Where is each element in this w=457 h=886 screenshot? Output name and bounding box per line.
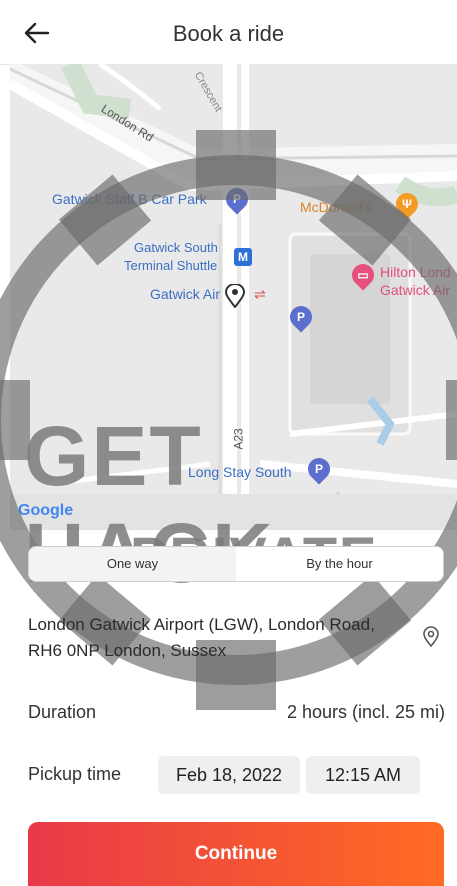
pickup-time-label: Pickup time xyxy=(28,764,122,784)
page-title: Book a ride xyxy=(172,21,285,46)
map-label-south-shuttle-1: Gatwick South xyxy=(134,240,218,255)
parking-pin-icon-2[interactable]: P xyxy=(285,301,317,333)
parking-pin-icon-3[interactable]: P xyxy=(303,453,335,485)
map-label-long-stay: Long Stay South xyxy=(188,464,292,480)
restaurant-pin-icon[interactable]: Ψ xyxy=(391,188,423,220)
map-label-gatwick-air: Gatwick Air xyxy=(150,286,221,302)
location-pin-icon[interactable] xyxy=(420,626,442,648)
parking-pin-icon[interactable]: P xyxy=(221,183,253,215)
map-label-staff-car-park: Gatwick Staff B Car Park xyxy=(52,191,207,207)
map-view[interactable]: Crescent London Rd Gatwick Staff B Car P… xyxy=(10,64,457,530)
map-label-hilton-1: Hilton Lond xyxy=(380,264,451,280)
continue-button[interactable]: Continue xyxy=(28,822,444,886)
app-header: Book a ride xyxy=(0,0,457,65)
selected-location-pin-icon[interactable] xyxy=(224,284,246,308)
pickup-address[interactable]: London Gatwick Airport (LGW), London Roa… xyxy=(28,612,388,664)
pickup-time-chip[interactable]: 12:15 AM xyxy=(306,756,420,794)
tab-one-way[interactable]: One way xyxy=(29,547,236,581)
hotel-pin-icon[interactable]: ▭ xyxy=(347,259,379,291)
duration-label: Duration xyxy=(28,702,97,722)
google-logo: Google xyxy=(18,502,74,519)
tab-by-the-hour[interactable]: By the hour xyxy=(236,547,443,581)
map-label-a23: A23 xyxy=(231,428,246,450)
rail-station-icon: ⇌ xyxy=(254,286,266,302)
pickup-date-chip[interactable]: Feb 18, 2022 xyxy=(158,756,300,794)
metro-station-icon[interactable]: M xyxy=(234,248,252,266)
duration-value[interactable]: 2 hours (incl. 25 mi) xyxy=(287,702,445,723)
map-label-mcdonalds: McDonald's xyxy=(300,199,373,215)
ride-type-toggle: One way By the hour xyxy=(28,546,444,582)
map-label-hilton-2: Gatwick Air xyxy=(380,282,451,298)
map-label-south-shuttle-2: Terminal Shuttle xyxy=(124,258,218,273)
